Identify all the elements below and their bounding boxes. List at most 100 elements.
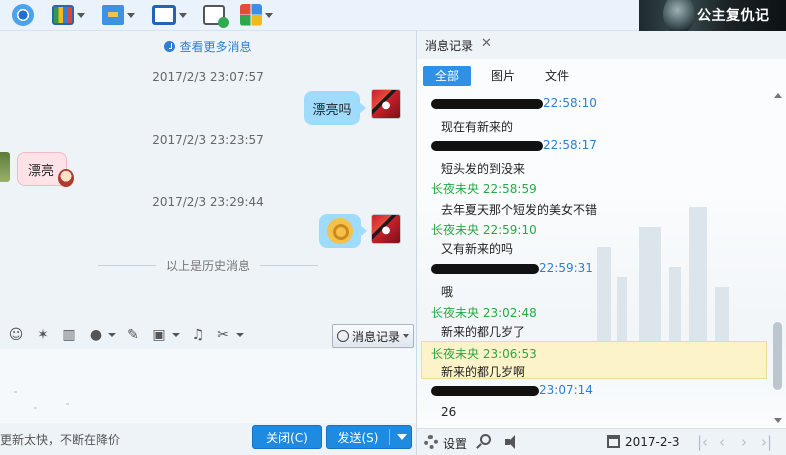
last-page-icon[interactable]: ›| xyxy=(761,433,772,451)
apps-icon xyxy=(240,4,262,26)
filter-files-tab[interactable]: 文件 xyxy=(537,66,577,86)
divider-line xyxy=(97,265,156,266)
history-record-header: 23:07:14 xyxy=(431,383,593,397)
cover-portrait-image xyxy=(663,0,695,31)
chevron-down-icon[interactable] xyxy=(179,12,187,18)
history-scrollbar[interactable] xyxy=(770,89,786,427)
apps-button[interactable] xyxy=(240,3,273,27)
send-button[interactable]: 发送(S) xyxy=(326,425,412,449)
message-timestamp: 2017/2/3 23:29:44 xyxy=(152,195,264,209)
history-record-time: 23:02:48 xyxy=(482,306,537,320)
gear-icon[interactable] xyxy=(424,435,438,449)
filter-images-tab[interactable]: 图片 xyxy=(483,66,523,86)
webcam-icon xyxy=(12,4,34,26)
emoji-icon[interactable]: ☺ xyxy=(8,327,24,343)
scissors-icon[interactable]: ✂ xyxy=(215,327,231,343)
close-icon[interactable]: ✕ xyxy=(481,36,492,51)
avatar[interactable] xyxy=(371,89,401,119)
divider-line xyxy=(260,265,318,266)
close-button[interactable]: 关闭(C) xyxy=(252,425,322,449)
send-options-chevron-icon[interactable] xyxy=(397,434,407,440)
message-history-panel: 消息记录 ✕ 全部 图片 文件 22:58:10 现在有新来的 22:58:17… xyxy=(416,31,786,455)
chevron-down-icon[interactable] xyxy=(77,12,85,18)
chevron-down-icon[interactable] xyxy=(172,333,180,337)
input-toolbar: ☺ ✶ ▥ ● ✎ ▣ ♫ ✂ 消息记录 xyxy=(0,319,416,349)
history-record-text: 新来的都几岁了 xyxy=(441,325,526,339)
history-record-header: 长夜未央 22:58:59 xyxy=(431,180,537,197)
chevron-down-icon[interactable] xyxy=(265,12,273,18)
panel-tab-bar: 消息记录 ✕ xyxy=(417,31,786,59)
message-input[interactable] xyxy=(0,349,416,423)
message-text: 漂亮吗 xyxy=(312,102,352,118)
history-record-text: 短头发的到没来 xyxy=(441,162,526,176)
calendar-icon[interactable] xyxy=(607,435,620,448)
message-text: 漂亮 xyxy=(28,163,55,179)
cover-title: 公主复仇记 xyxy=(697,8,770,24)
history-record-time: 23:07:14 xyxy=(539,383,593,397)
view-more-messages-link[interactable]: 查看更多消息 xyxy=(0,38,416,55)
message-bubble-outgoing[interactable]: 漂亮吗 xyxy=(304,91,366,125)
history-record-header: 22:59:31 xyxy=(431,261,593,275)
history-record-text: 现在有新来的 xyxy=(441,120,514,134)
settings-label[interactable]: 设置 xyxy=(443,435,467,452)
webcam-button[interactable] xyxy=(12,3,34,27)
message-history-button[interactable]: 消息记录 xyxy=(332,324,414,348)
next-page-icon[interactable]: › xyxy=(741,433,747,451)
tab-message-history[interactable]: 消息记录 xyxy=(425,37,473,54)
clock-icon xyxy=(337,330,349,342)
new-chat-icon xyxy=(203,5,229,28)
microphone-icon[interactable]: ● xyxy=(88,327,104,343)
history-filter-bar: 全部 图片 文件 xyxy=(417,64,786,88)
avatar[interactable] xyxy=(371,214,401,244)
chevron-down-icon xyxy=(403,334,410,338)
chevron-down-icon[interactable] xyxy=(108,333,116,337)
magic-wand-icon[interactable]: ✶ xyxy=(35,327,51,343)
chevron-down-icon[interactable] xyxy=(236,333,244,337)
history-record-text: 去年夏天那个短发的美女不错 xyxy=(441,203,598,217)
girl-sticker-icon xyxy=(58,169,74,187)
first-page-icon[interactable]: |‹ xyxy=(697,433,708,451)
history-divider-label: 以上是历史消息 xyxy=(165,259,250,273)
message-timestamp: 2017/2/3 23:07:57 xyxy=(152,70,264,84)
history-record-sender: 长夜未央 xyxy=(431,306,480,320)
remote-desktop-button[interactable] xyxy=(152,3,187,27)
chevron-down-icon[interactable] xyxy=(127,12,135,18)
history-record-sender: 长夜未央 xyxy=(431,182,480,196)
remote-desktop-icon xyxy=(152,5,176,25)
history-record-time: 22:58:17 xyxy=(543,138,597,152)
history-record-time: 22:59:31 xyxy=(539,261,593,275)
status-text: 更新太快，不断在降价 xyxy=(0,433,121,447)
music-icon[interactable]: ♫ xyxy=(190,327,206,343)
scroll-up-icon[interactable] xyxy=(774,93,782,98)
speaker-icon[interactable] xyxy=(505,435,521,449)
filter-all-tab[interactable]: 全部 xyxy=(423,66,471,86)
history-record-header: 长夜未央 23:06:53 xyxy=(431,345,537,362)
divider xyxy=(389,429,390,445)
profile-cover: 公主复仇记 xyxy=(639,0,786,31)
new-chat-button[interactable] xyxy=(203,3,229,28)
history-record-time: 22:58:10 xyxy=(543,96,597,110)
history-record-text: 又有新来的吗 xyxy=(441,242,514,256)
history-record-text: 26 xyxy=(441,405,457,419)
scroll-down-icon[interactable] xyxy=(774,418,782,423)
image-icon[interactable]: ▣ xyxy=(151,327,167,343)
redacted-sender-name xyxy=(431,98,543,109)
scrollbar-thumb[interactable] xyxy=(773,322,782,390)
input-artifact xyxy=(34,407,37,409)
search-icon[interactable] xyxy=(480,434,491,445)
video-clip-icon[interactable]: ▥ xyxy=(61,327,77,343)
screen-share-button[interactable] xyxy=(52,3,85,27)
date-selector[interactable]: 2017-2-3 xyxy=(625,435,679,449)
send-file-button[interactable] xyxy=(102,3,135,27)
message-history-label: 消息记录 xyxy=(352,329,401,344)
history-record-time: 22:59:10 xyxy=(482,223,537,237)
message-bubble-outgoing[interactable] xyxy=(319,214,367,248)
history-divider: 以上是历史消息 xyxy=(0,257,416,274)
previous-page-icon[interactable]: ‹ xyxy=(719,433,725,451)
avatar[interactable] xyxy=(0,152,10,182)
input-artifact xyxy=(66,403,69,405)
ok-hand-emoji-icon xyxy=(327,218,353,244)
edit-icon[interactable]: ✎ xyxy=(125,327,141,343)
clock-icon xyxy=(164,41,176,52)
history-footer: 设置 2017-2-3 |‹ ‹ › ›| xyxy=(417,428,786,455)
